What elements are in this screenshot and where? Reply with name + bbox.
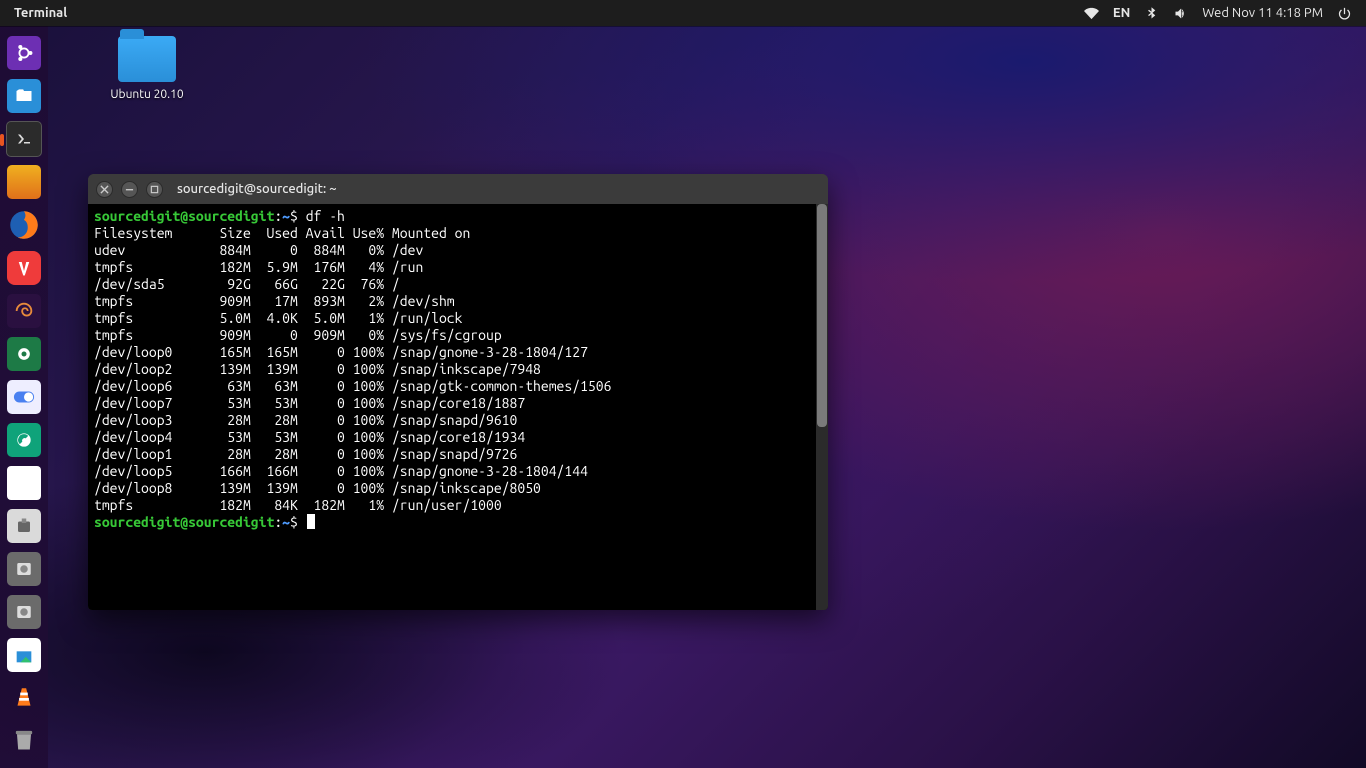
terminal-line: /dev/sda5 92G 66G 22G 76% / bbox=[94, 276, 822, 293]
dock-software[interactable] bbox=[4, 635, 44, 674]
dock bbox=[0, 26, 48, 768]
dock-tweaks[interactable] bbox=[4, 420, 44, 459]
dock-toggle[interactable] bbox=[4, 378, 44, 417]
power-icon[interactable] bbox=[1337, 6, 1352, 21]
dock-files[interactable] bbox=[4, 77, 44, 116]
language-indicator[interactable]: EN bbox=[1113, 6, 1130, 20]
clock[interactable]: Wed Nov 11 4:18 PM bbox=[1202, 6, 1323, 20]
dock-firefox[interactable] bbox=[4, 206, 44, 245]
dock-terminal[interactable] bbox=[4, 120, 44, 159]
terminal-line: tmpfs 909M 0 909M 0% /sys/fs/cgroup bbox=[94, 327, 822, 344]
terminal-line: tmpfs 5.0M 4.0K 5.0M 1% /run/lock bbox=[94, 310, 822, 327]
terminal-line: /dev/loop1 28M 28M 0 100% /snap/snapd/97… bbox=[94, 446, 822, 463]
folder-icon bbox=[118, 36, 176, 82]
top-bar: Terminal EN Wed Nov 11 4:18 PM bbox=[0, 0, 1366, 26]
active-app-label[interactable]: Terminal bbox=[0, 6, 81, 20]
dock-archive[interactable] bbox=[4, 506, 44, 545]
terminal-line: udev 884M 0 884M 0% /dev bbox=[94, 242, 822, 259]
terminal-line: /dev/loop7 53M 53M 0 100% /snap/core18/1… bbox=[94, 395, 822, 412]
window-maximize-button[interactable] bbox=[146, 181, 163, 198]
window-close-button[interactable] bbox=[96, 181, 113, 198]
terminal-line: sourcedigit@sourcedigit:~$ bbox=[94, 514, 822, 531]
bluetooth-icon[interactable] bbox=[1144, 6, 1159, 21]
system-tray: EN Wed Nov 11 4:18 PM bbox=[1084, 6, 1366, 21]
terminal-line: /dev/loop8 139M 139M 0 100% /snap/inksca… bbox=[94, 480, 822, 497]
dock-screenshot[interactable] bbox=[4, 335, 44, 374]
volume-icon[interactable] bbox=[1173, 6, 1188, 21]
terminal-scrollbar[interactable] bbox=[816, 204, 828, 610]
wifi-icon[interactable] bbox=[1084, 6, 1099, 21]
terminal-line: Filesystem Size Used Avail Use% Mounted … bbox=[94, 225, 822, 242]
dock-trash[interactable] bbox=[4, 719, 44, 758]
terminal-line: /dev/loop4 53M 53M 0 100% /snap/core18/1… bbox=[94, 429, 822, 446]
window-minimize-button[interactable] bbox=[121, 181, 138, 198]
dock-vivaldi[interactable] bbox=[4, 249, 44, 288]
terminal-window[interactable]: sourcedigit@sourcedigit: ~ sourcedigit@s… bbox=[88, 174, 828, 610]
terminal-body[interactable]: sourcedigit@sourcedigit:~$ df -hFilesyst… bbox=[88, 204, 828, 610]
window-titlebar[interactable]: sourcedigit@sourcedigit: ~ bbox=[88, 174, 828, 204]
terminal-line: /dev/loop6 63M 63M 0 100% /snap/gtk-comm… bbox=[94, 378, 822, 395]
terminal-line: sourcedigit@sourcedigit:~$ df -h bbox=[94, 208, 822, 225]
dock-disk-b[interactable] bbox=[4, 592, 44, 631]
terminal-line: /dev/loop3 28M 28M 0 100% /snap/snapd/96… bbox=[94, 412, 822, 429]
terminal-line: tmpfs 182M 84K 182M 1% /run/user/1000 bbox=[94, 497, 822, 514]
dock-ubuntu-logo[interactable] bbox=[4, 34, 44, 73]
desktop-folder[interactable]: Ubuntu 20.10 bbox=[92, 36, 202, 101]
window-title: sourcedigit@sourcedigit: ~ bbox=[177, 182, 337, 196]
dock-colors[interactable] bbox=[4, 163, 44, 202]
dock-swirl[interactable] bbox=[4, 292, 44, 331]
terminal-line: /dev/loop5 166M 166M 0 100% /snap/gnome-… bbox=[94, 463, 822, 480]
desktop-folder-label: Ubuntu 20.10 bbox=[92, 88, 202, 101]
dock-vlc[interactable] bbox=[4, 678, 44, 717]
terminal-line: /dev/loop2 139M 139M 0 100% /snap/inksca… bbox=[94, 361, 822, 378]
dock-disk-a[interactable] bbox=[4, 549, 44, 588]
terminal-line: tmpfs 909M 17M 893M 2% /dev/shm bbox=[94, 293, 822, 310]
dock-notes[interactable] bbox=[4, 463, 44, 502]
terminal-line: /dev/loop0 165M 165M 0 100% /snap/gnome-… bbox=[94, 344, 822, 361]
terminal-line: tmpfs 182M 5.9M 176M 4% /run bbox=[94, 259, 822, 276]
